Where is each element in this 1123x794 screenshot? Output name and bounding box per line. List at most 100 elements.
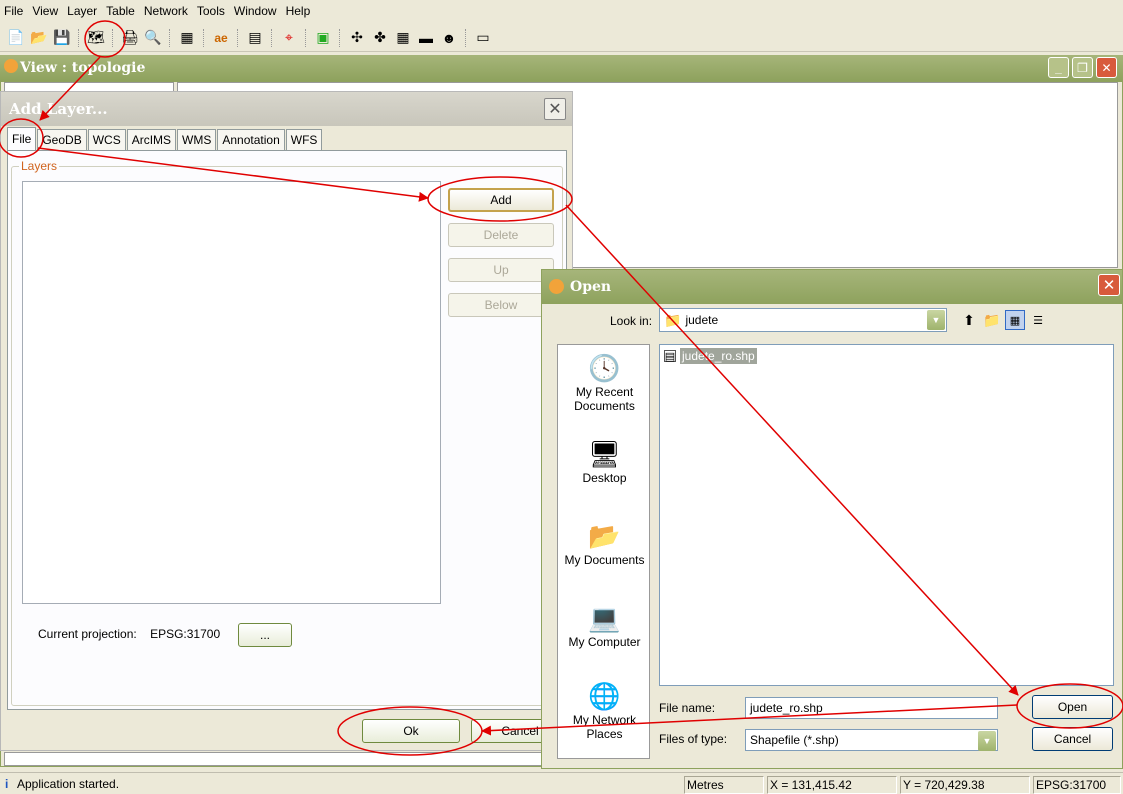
status-units: Metres: [684, 776, 764, 794]
gvsig-logo-icon: [4, 59, 18, 73]
layers-list[interactable]: [22, 181, 441, 604]
delete-button[interactable]: Delete: [448, 223, 554, 247]
layout-icon[interactable]: ▤: [245, 28, 265, 48]
place-label: My Computer: [568, 635, 641, 649]
file-name-label: File name:: [659, 701, 716, 715]
chevron-down-icon[interactable]: ▼: [927, 310, 945, 330]
menu-view[interactable]: View: [32, 4, 58, 18]
add-layer-icon[interactable]: 🗺: [86, 28, 106, 48]
projection-value: EPSG:31700: [150, 627, 221, 641]
close-icon[interactable]: ✕: [1098, 274, 1120, 296]
tab-geodb[interactable]: GeoDB: [37, 129, 87, 150]
place-desktop[interactable]: 🖥 Desktop: [558, 437, 651, 486]
menu-network[interactable]: Network: [144, 4, 188, 18]
up-button[interactable]: Up: [448, 258, 554, 282]
toolbar-separator: [78, 28, 80, 47]
tab-annotation[interactable]: Annotation: [217, 129, 285, 150]
look-in-value: judete: [685, 313, 719, 327]
below-button[interactable]: Below: [448, 293, 554, 317]
save-icon[interactable]: 💾: [52, 28, 72, 48]
close-icon[interactable]: ✕: [544, 98, 566, 120]
open-project-icon[interactable]: 📂: [29, 28, 49, 48]
tab-file[interactable]: File: [7, 127, 37, 150]
tab-wfs[interactable]: WFS: [285, 129, 323, 150]
tab-arcims[interactable]: ArcIMS: [126, 129, 177, 150]
print-preview-icon[interactable]: 🖨: [120, 28, 140, 48]
list-view-icon[interactable]: ▦: [1005, 310, 1025, 330]
file-type-select[interactable]: Shapefile (*.shp) ▼: [745, 729, 998, 751]
add-layer-title: Add Layer...: [1, 92, 572, 126]
recent-documents-icon: 🕓: [588, 352, 621, 383]
projection-row: Current projection: EPSG:31700: [38, 627, 220, 641]
user-icon[interactable]: ☻: [439, 28, 459, 48]
status-y: Y = 720,429.38: [900, 776, 1030, 794]
new-folder-icon[interactable]: 📁: [982, 310, 1002, 330]
toolbar-separator: [169, 28, 171, 47]
tab-wms[interactable]: WMS: [177, 129, 217, 150]
tab-wcs[interactable]: WCS: [87, 129, 126, 150]
status-crs: EPSG:31700: [1033, 776, 1121, 794]
add-button[interactable]: Add: [448, 188, 554, 212]
file-name-field[interactable]: judete_ro.shp: [745, 697, 998, 719]
style-icon[interactable]: ▬: [416, 28, 436, 48]
spell-icon[interactable]: ae: [211, 28, 231, 48]
file-list[interactable]: ▤ judete_ro.shp: [659, 344, 1114, 686]
ok-button[interactable]: Ok: [362, 719, 460, 743]
menu-tools[interactable]: Tools: [197, 4, 225, 18]
view-title-text: View : topologie: [20, 60, 146, 76]
look-in-label: Look in:: [610, 314, 653, 328]
projection-label: Current projection:: [38, 627, 137, 641]
info-icon: i: [5, 777, 9, 791]
file-type-label: Files of type:: [659, 732, 728, 746]
status-message: Application started.: [17, 777, 120, 791]
calculator-icon[interactable]: ▦: [393, 28, 413, 48]
locator-panel: [4, 752, 624, 766]
add-layer-tabs: File GeoDB WCS ArcIMS WMS Annotation WFS: [7, 127, 323, 150]
select-icon[interactable]: ▣: [313, 28, 333, 48]
menu-layer[interactable]: Layer: [67, 4, 97, 18]
place-label: My Recent Documents: [574, 385, 635, 413]
zoom-icon[interactable]: 🔍: [143, 28, 163, 48]
menu-table[interactable]: Table: [106, 4, 135, 18]
menu-window[interactable]: Window: [234, 4, 277, 18]
view-window-title: View : topologie: [0, 55, 1123, 81]
crosshair-icon[interactable]: ⌖: [279, 28, 299, 48]
tool-icon[interactable]: ✤: [370, 28, 390, 48]
list-item[interactable]: ▤ judete_ro.shp: [664, 347, 760, 365]
place-label: My Network Places: [572, 713, 637, 741]
change-projection-button[interactable]: ...: [238, 623, 292, 647]
look-in-combo[interactable]: 📁 judete ▼: [659, 308, 947, 332]
toolbar-separator: [271, 28, 273, 47]
new-file-icon[interactable]: 📄: [6, 28, 26, 48]
open-title-text: Open: [570, 279, 612, 295]
open-dialog-title: Open: [542, 270, 1122, 304]
close-icon[interactable]: ✕: [1096, 57, 1117, 78]
cancel-button[interactable]: Cancel: [1032, 727, 1113, 751]
menu-file[interactable]: File: [4, 4, 23, 18]
menu-help[interactable]: Help: [286, 4, 311, 18]
table-icon[interactable]: ▦: [177, 28, 197, 48]
chevron-down-icon[interactable]: ▼: [978, 731, 996, 751]
place-label: My Documents: [564, 553, 645, 567]
window-icon[interactable]: ▭: [473, 28, 493, 48]
network-icon[interactable]: ✣: [347, 28, 367, 48]
toolbar-separator: [112, 28, 114, 47]
place-computer[interactable]: 💻 My Computer: [558, 601, 651, 650]
desktop-icon: 🖥: [587, 438, 621, 469]
folder-icon: 📁: [664, 311, 682, 328]
toolbar-separator: [237, 28, 239, 47]
toolbar-separator: [465, 28, 467, 47]
layers-group-label: Layers: [19, 159, 60, 173]
open-button[interactable]: Open: [1032, 695, 1113, 719]
minimize-icon[interactable]: _: [1048, 57, 1069, 78]
menu-bar: File View Layer Table Network Tools Wind…: [0, 0, 1123, 22]
place-recent[interactable]: 🕓 My Recent Documents: [558, 351, 651, 414]
restore-icon[interactable]: ❐: [1072, 57, 1093, 78]
computer-icon: 💻: [588, 602, 621, 633]
place-network[interactable]: 🌐 My Network Places: [558, 679, 651, 742]
place-documents[interactable]: 📂 My Documents: [558, 519, 651, 568]
details-view-icon[interactable]: ☰: [1028, 310, 1048, 330]
network-places-icon: 🌐: [588, 680, 621, 711]
up-folder-icon[interactable]: ⬆: [959, 310, 979, 330]
status-x: X = 131,415.42: [767, 776, 897, 794]
